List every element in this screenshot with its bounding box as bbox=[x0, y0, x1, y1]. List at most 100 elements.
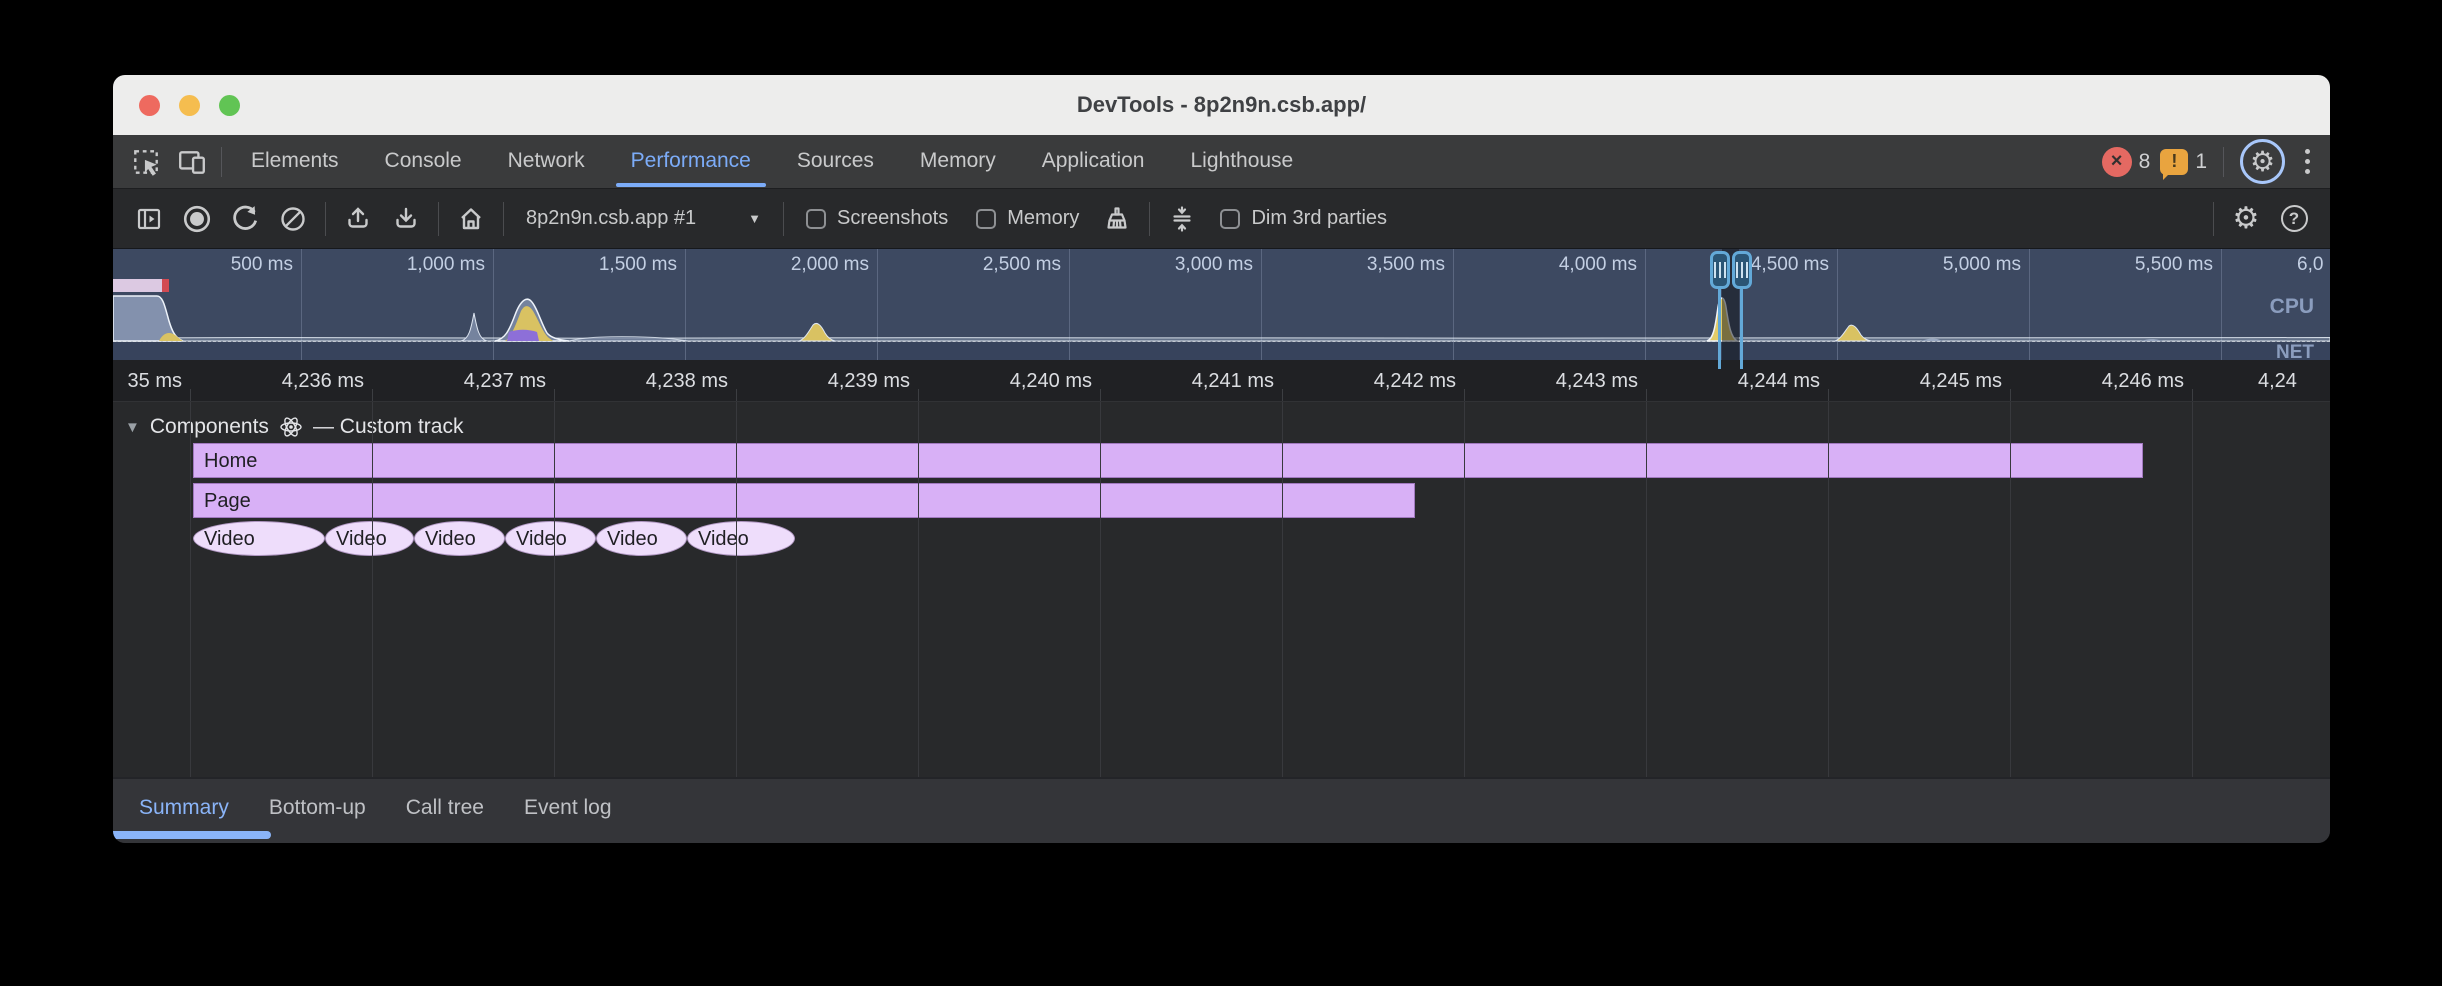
component-bar-video[interactable]: Video bbox=[193, 521, 325, 556]
track-gridline bbox=[2010, 402, 2011, 777]
ruler-time-label: 4,239 ms bbox=[828, 360, 910, 402]
timeline-ruler[interactable]: 35 ms4,236 ms4,237 ms4,238 ms4,239 ms4,2… bbox=[113, 360, 2330, 402]
ruler-tick bbox=[372, 389, 373, 401]
history-select[interactable]: 8p2n9n.csb.app #1 ▼ bbox=[512, 207, 775, 230]
toggle-sidebar-icon[interactable] bbox=[125, 197, 173, 241]
tab-memory[interactable]: Memory bbox=[897, 135, 1019, 188]
divider bbox=[2223, 147, 2224, 177]
custom-track-header[interactable]: ▼ Components — Custom track bbox=[125, 415, 463, 439]
history-selected-value: 8p2n9n.csb.app #1 bbox=[526, 207, 696, 230]
traffic-lights bbox=[139, 95, 240, 116]
divider bbox=[221, 147, 222, 177]
ruler-tick bbox=[190, 389, 191, 401]
active-tab-underline bbox=[113, 831, 271, 839]
ruler-time-label: 4,243 ms bbox=[1556, 360, 1638, 402]
divider bbox=[325, 202, 326, 236]
ruler-tick bbox=[2192, 389, 2193, 401]
collapse-triangle-icon: ▼ bbox=[125, 419, 140, 436]
device-toolbar-icon[interactable] bbox=[169, 142, 215, 182]
component-bar-video[interactable]: Video bbox=[325, 521, 414, 556]
divider bbox=[783, 202, 784, 236]
record-button[interactable] bbox=[173, 197, 221, 241]
details-tab-bottom-up[interactable]: Bottom-up bbox=[249, 796, 386, 820]
tab-network[interactable]: Network bbox=[485, 135, 608, 188]
desktop: DevTools - 8p2n9n.csb.app/ ElementsConso… bbox=[0, 0, 2442, 986]
ruler-tick bbox=[554, 389, 555, 401]
record-and-reload-button[interactable] bbox=[221, 197, 269, 241]
ruler-tick bbox=[1646, 389, 1647, 401]
net-lane-label: NET bbox=[2276, 342, 2314, 360]
tabbar-right-cluster: × 8 ! 1 ⚙ bbox=[2102, 139, 2320, 184]
track-gridline bbox=[1464, 402, 1465, 777]
live-metrics-home-icon[interactable] bbox=[447, 197, 495, 241]
gear-icon: ⚙ bbox=[2250, 145, 2275, 178]
collapse-sections-icon[interactable] bbox=[1158, 197, 1206, 241]
details-tabs: SummaryBottom-upCall treeEvent log bbox=[113, 779, 632, 837]
track-gridline bbox=[1100, 402, 1101, 777]
capture-settings-gear-icon[interactable]: ⚙ bbox=[2222, 197, 2270, 241]
close-window-button[interactable] bbox=[139, 95, 160, 116]
tab-console[interactable]: Console bbox=[362, 135, 485, 188]
component-bar-video[interactable]: Video bbox=[687, 521, 795, 556]
divider bbox=[503, 202, 504, 236]
zoom-handle-right[interactable] bbox=[1732, 251, 1752, 289]
zoom-handle-left[interactable] bbox=[1710, 251, 1730, 289]
tab-elements[interactable]: Elements bbox=[228, 135, 362, 188]
track-gridline bbox=[190, 402, 191, 777]
upload-profile-icon[interactable] bbox=[334, 197, 382, 241]
help-icon[interactable]: ? bbox=[2270, 197, 2318, 241]
tab-sources[interactable]: Sources bbox=[774, 135, 897, 188]
checkbox-icon bbox=[1220, 209, 1240, 229]
dim-3rd-parties-checkbox[interactable]: Dim 3rd parties bbox=[1220, 207, 1387, 230]
memory-checkbox[interactable]: Memory bbox=[976, 207, 1079, 230]
ruler-time-label: 4,241 ms bbox=[1192, 360, 1274, 402]
ruler-time-label: 4,244 ms bbox=[1738, 360, 1820, 402]
zoom-window-button[interactable] bbox=[219, 95, 240, 116]
ruler-time-label: 4,24 bbox=[2258, 360, 2297, 402]
component-bar-home[interactable]: Home bbox=[193, 443, 2143, 478]
divider bbox=[438, 202, 439, 236]
track-subtitle: — Custom track bbox=[313, 415, 464, 439]
ruler-time-label: 4,246 ms bbox=[2102, 360, 2184, 402]
tab-performance[interactable]: Performance bbox=[608, 135, 774, 188]
ruler-tick bbox=[918, 389, 919, 401]
track-gridline bbox=[736, 402, 737, 777]
cpu-lane-label: CPU bbox=[2270, 295, 2314, 319]
details-tab-call-tree[interactable]: Call tree bbox=[386, 796, 504, 820]
track-gridline bbox=[2192, 402, 2193, 777]
ruler-time-label: 4,238 ms bbox=[646, 360, 728, 402]
ruler-tick bbox=[736, 389, 737, 401]
warning-count: 1 bbox=[2195, 150, 2207, 174]
ruler-tick bbox=[1464, 389, 1465, 401]
checkbox-icon bbox=[976, 209, 996, 229]
selection-left-line bbox=[1718, 287, 1721, 360]
details-tab-summary[interactable]: Summary bbox=[119, 796, 249, 820]
error-count: 8 bbox=[2139, 150, 2151, 174]
track-gridline bbox=[1282, 402, 1283, 777]
clear-button[interactable] bbox=[269, 197, 317, 241]
tab-lighthouse[interactable]: Lighthouse bbox=[1167, 135, 1316, 188]
details-tab-event-log[interactable]: Event log bbox=[504, 796, 632, 820]
collect-garbage-icon[interactable] bbox=[1093, 197, 1141, 241]
console-errors-badge[interactable]: × 8 bbox=[2102, 147, 2151, 177]
tab-application[interactable]: Application bbox=[1019, 135, 1168, 188]
console-warnings-badge[interactable]: ! 1 bbox=[2160, 149, 2207, 175]
component-bar-video[interactable]: Video bbox=[505, 521, 596, 556]
minimize-window-button[interactable] bbox=[179, 95, 200, 116]
more-options-menu[interactable] bbox=[2295, 149, 2320, 174]
devtools-tabbar: ElementsConsoleNetworkPerformanceSources… bbox=[113, 135, 2330, 188]
window-title: DevTools - 8p2n9n.csb.app/ bbox=[1077, 92, 1366, 118]
ruler-tick bbox=[1100, 389, 1101, 401]
atom-icon bbox=[279, 415, 303, 439]
screenshots-label: Screenshots bbox=[837, 207, 948, 230]
settings-button-focused[interactable]: ⚙ bbox=[2240, 139, 2285, 184]
component-bar-video[interactable]: Video bbox=[596, 521, 687, 556]
component-bar-video[interactable]: Video bbox=[414, 521, 505, 556]
divider bbox=[2213, 202, 2214, 236]
inspect-element-icon[interactable] bbox=[123, 142, 169, 182]
divider bbox=[1149, 202, 1150, 236]
component-bar-page[interactable]: Page bbox=[193, 483, 1415, 518]
screenshots-checkbox[interactable]: Screenshots bbox=[806, 207, 948, 230]
download-profile-icon[interactable] bbox=[382, 197, 430, 241]
timeline-overview[interactable]: 500 ms1,000 ms1,500 ms2,000 ms2,500 ms3,… bbox=[113, 248, 2330, 360]
